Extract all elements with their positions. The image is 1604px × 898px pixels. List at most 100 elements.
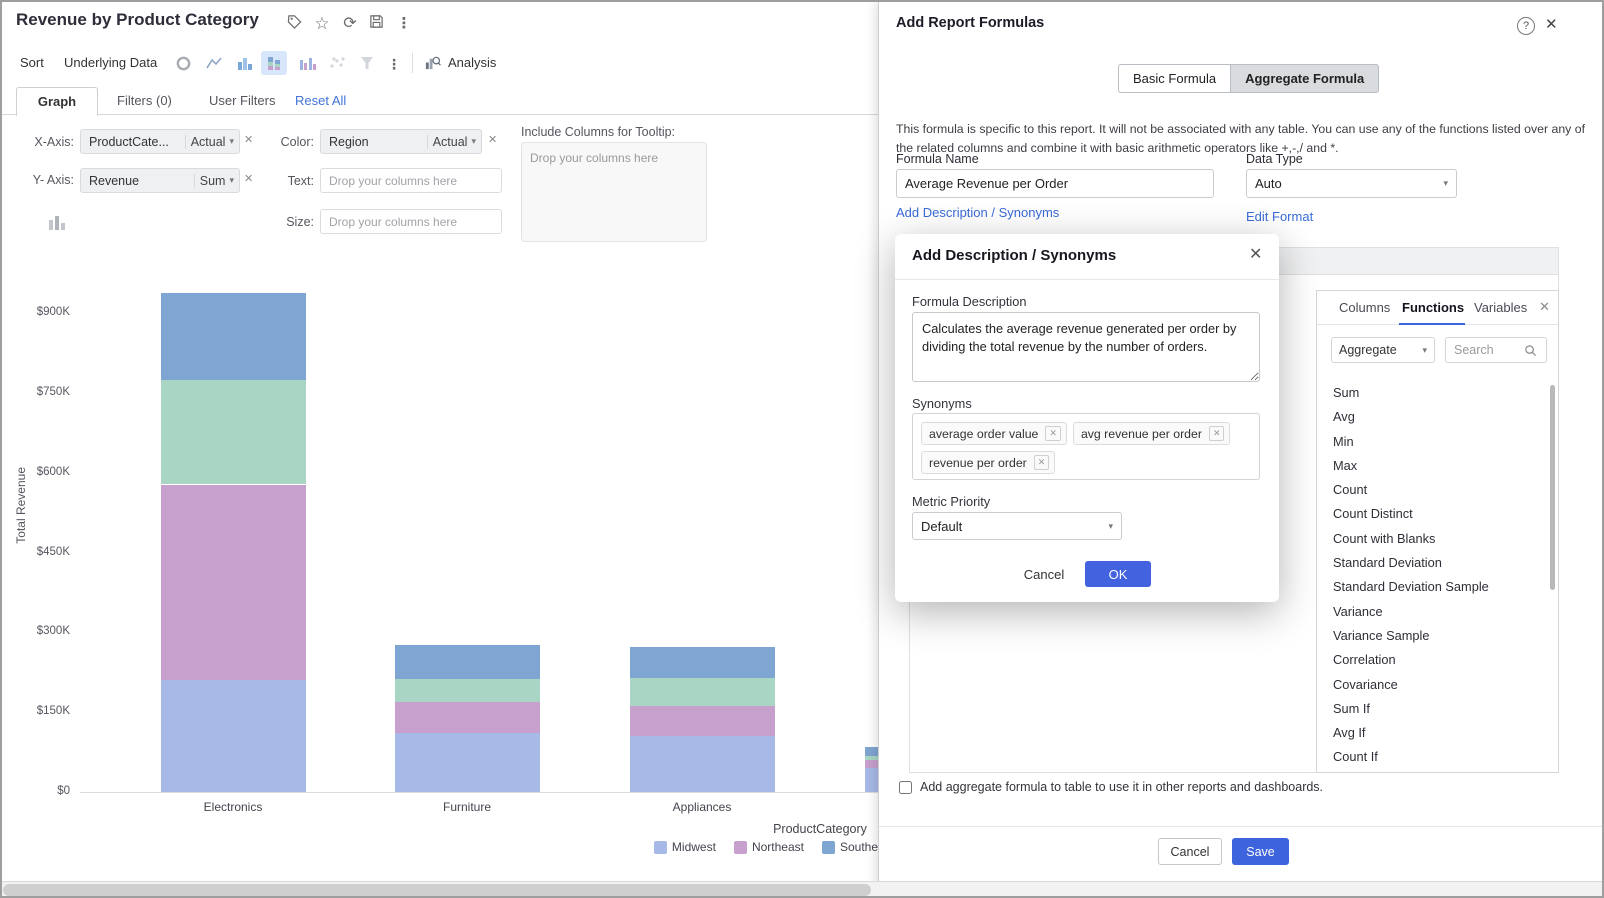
helper-tab-functions[interactable]: Functions bbox=[1402, 300, 1464, 315]
text-drop-input[interactable] bbox=[320, 168, 502, 193]
funnel-chart-type-icon[interactable] bbox=[354, 51, 380, 75]
legend-item[interactable]: Midwest bbox=[654, 840, 716, 854]
function-item[interactable]: Avg bbox=[1317, 405, 1558, 429]
color-pill[interactable]: Region Actual▾ bbox=[320, 129, 482, 154]
remove-synonym-icon[interactable]: ✕ bbox=[1209, 426, 1225, 441]
bar-segment[interactable] bbox=[395, 645, 540, 679]
x-axis-aggregation-dropdown[interactable]: Actual▾ bbox=[185, 135, 239, 149]
function-item[interactable]: Avg If bbox=[1317, 721, 1558, 745]
y-axis-aggregation-dropdown[interactable]: Sum▾ bbox=[194, 174, 239, 188]
help-icon[interactable]: ? bbox=[1517, 17, 1535, 35]
color-shelf-label: Color: bbox=[278, 135, 314, 149]
y-axis-pill[interactable]: Revenue Sum▾ bbox=[80, 168, 240, 193]
function-item[interactable]: Variance Sample bbox=[1317, 624, 1558, 648]
reset-all-link[interactable]: Reset All bbox=[295, 93, 346, 108]
close-panel-icon[interactable]: ✕ bbox=[1545, 15, 1558, 33]
save-icon[interactable] bbox=[366, 14, 386, 34]
size-drop-input[interactable] bbox=[320, 209, 502, 234]
x-axis-pill[interactable]: ProductCate... Actual▾ bbox=[80, 129, 240, 154]
bar-segment[interactable] bbox=[161, 485, 306, 681]
panel-save-button[interactable]: Save bbox=[1232, 838, 1289, 865]
tab-graph[interactable]: Graph bbox=[16, 87, 98, 116]
close-helper-icon[interactable]: ✕ bbox=[1539, 299, 1550, 315]
more-chart-types-icon[interactable]: ⋮ bbox=[384, 54, 404, 74]
modal-cancel-button[interactable]: Cancel bbox=[1013, 561, 1075, 587]
bar-segment[interactable] bbox=[630, 736, 775, 792]
remove-color-icon[interactable]: ✕ bbox=[488, 133, 497, 146]
remove-synonym-icon[interactable]: ✕ bbox=[1045, 426, 1061, 441]
add-to-table-checkbox[interactable] bbox=[899, 781, 912, 794]
underlying-data-button[interactable]: Underlying Data bbox=[58, 51, 163, 74]
refresh-icon[interactable]: ⟳ bbox=[340, 14, 360, 34]
function-item[interactable]: Count Distinct bbox=[1317, 502, 1558, 526]
aggregate-formula-tab[interactable]: Aggregate Formula bbox=[1230, 64, 1379, 93]
formula-name-input[interactable] bbox=[896, 169, 1214, 198]
line-chart-type-icon[interactable] bbox=[201, 51, 227, 75]
bar-segment[interactable] bbox=[161, 380, 306, 484]
color-aggregation-dropdown[interactable]: Actual▾ bbox=[427, 135, 481, 149]
function-search-input[interactable] bbox=[1452, 342, 1524, 358]
bar-segment[interactable] bbox=[395, 702, 540, 733]
formula-description-textarea[interactable]: Calculates the average revenue generated… bbox=[912, 312, 1260, 382]
tab-user-filters[interactable]: User Filters bbox=[209, 93, 275, 108]
stacked-bar-chart-type-icon[interactable] bbox=[261, 51, 287, 75]
bar-segment[interactable] bbox=[395, 679, 540, 702]
helper-tab-columns[interactable]: Columns bbox=[1339, 300, 1390, 315]
data-type-select[interactable]: Auto ▾ bbox=[1246, 169, 1457, 198]
function-item[interactable]: Min bbox=[1317, 430, 1558, 454]
modal-ok-button[interactable]: OK bbox=[1085, 561, 1151, 587]
function-item[interactable]: Count If bbox=[1317, 745, 1558, 769]
add-to-table-checkbox-row[interactable]: Add aggregate formula to table to use it… bbox=[899, 780, 1323, 794]
function-item[interactable]: Max bbox=[1317, 454, 1558, 478]
helper-tab-variables[interactable]: Variables bbox=[1474, 300, 1527, 315]
active-tab-underline bbox=[1399, 323, 1465, 325]
tab-filters[interactable]: Filters (0) bbox=[117, 93, 172, 108]
edit-format-link[interactable]: Edit Format bbox=[1246, 209, 1313, 224]
analysis-button[interactable]: Analysis bbox=[442, 51, 502, 74]
metric-priority-select[interactable]: Default ▾ bbox=[912, 512, 1122, 540]
function-item[interactable]: Sum If bbox=[1317, 697, 1558, 721]
horizontal-scrollbar-thumb[interactable] bbox=[3, 884, 871, 896]
function-category-select[interactable]: Aggregate ▾ bbox=[1331, 337, 1435, 363]
bar-segment[interactable] bbox=[630, 647, 775, 678]
legend-item[interactable]: Northeast bbox=[734, 840, 804, 854]
panel-title: Add Report Formulas bbox=[896, 15, 1044, 31]
kebab-icon[interactable]: ⋮ bbox=[394, 14, 414, 34]
function-item[interactable]: Standard Deviation bbox=[1317, 551, 1558, 575]
panel-cancel-button[interactable]: Cancel bbox=[1158, 838, 1222, 865]
helper-scrollbar-thumb[interactable] bbox=[1550, 385, 1555, 590]
close-modal-icon[interactable]: ✕ bbox=[1249, 244, 1262, 264]
legend-swatch bbox=[734, 841, 747, 854]
function-item[interactable]: Variance bbox=[1317, 600, 1558, 624]
grouped-bar-chart-type-icon[interactable] bbox=[294, 51, 320, 75]
remove-x-axis-icon[interactable]: ✕ bbox=[244, 133, 253, 146]
bar-chart-type-icon[interactable] bbox=[232, 51, 258, 75]
modal-header-divider bbox=[895, 279, 1279, 280]
scatter-chart-type-icon[interactable] bbox=[324, 51, 350, 75]
remove-y-axis-icon[interactable]: ✕ bbox=[244, 172, 253, 185]
basic-formula-tab[interactable]: Basic Formula bbox=[1118, 64, 1230, 93]
tag-icon[interactable] bbox=[284, 14, 304, 34]
bar-segment[interactable] bbox=[630, 678, 775, 706]
sort-button[interactable]: Sort bbox=[14, 51, 50, 74]
panel-footer-divider bbox=[879, 826, 1604, 827]
function-item[interactable]: Standard Deviation Sample bbox=[1317, 575, 1558, 599]
bar-segment[interactable] bbox=[630, 706, 775, 736]
horizontal-scrollbar[interactable] bbox=[2, 881, 1602, 897]
function-item[interactable]: Count bbox=[1317, 478, 1558, 502]
bar-segment[interactable] bbox=[161, 680, 306, 792]
function-item[interactable]: Covariance bbox=[1317, 673, 1558, 697]
data-type-value: Auto bbox=[1255, 176, 1282, 191]
synonyms-box[interactable]: average order value✕avg revenue per orde… bbox=[912, 413, 1260, 480]
function-item[interactable]: Correlation bbox=[1317, 648, 1558, 672]
bar-segment[interactable] bbox=[161, 293, 306, 381]
tooltip-dropzone[interactable]: Drop your columns here bbox=[521, 142, 707, 242]
pie-chart-type-icon[interactable] bbox=[170, 51, 196, 75]
bar-segment[interactable] bbox=[395, 733, 540, 792]
function-item[interactable]: Count with Blanks bbox=[1317, 527, 1558, 551]
function-search[interactable] bbox=[1445, 337, 1547, 363]
remove-synonym-icon[interactable]: ✕ bbox=[1034, 455, 1050, 470]
star-icon[interactable]: ☆ bbox=[312, 14, 332, 34]
function-item[interactable]: Sum bbox=[1317, 381, 1558, 405]
add-description-synonyms-link[interactable]: Add Description / Synonyms bbox=[896, 205, 1059, 220]
